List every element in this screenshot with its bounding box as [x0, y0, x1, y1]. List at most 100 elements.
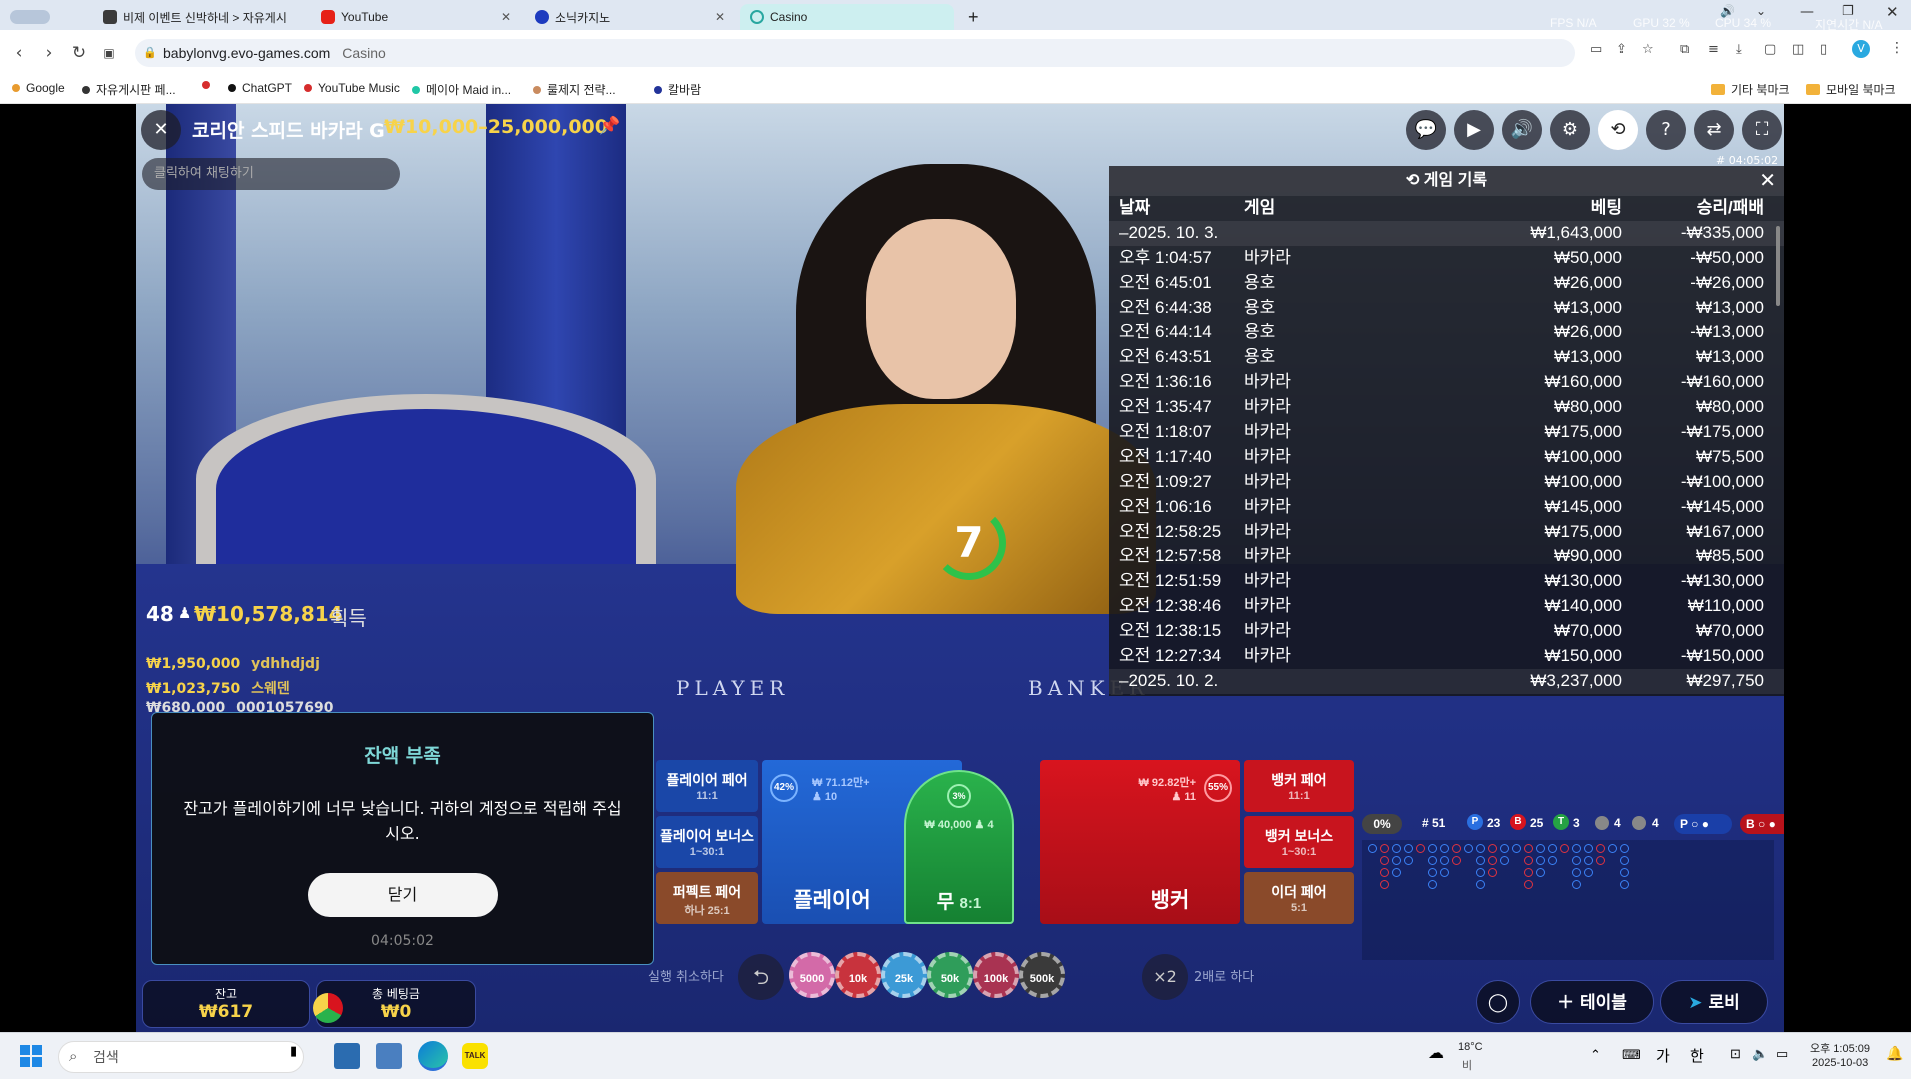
dialog-close-button[interactable]: 닫기	[307, 873, 498, 917]
double-label: 2배로 하다	[1194, 970, 1255, 985]
history-cell-bet: ₩130,000	[1544, 571, 1623, 591]
forward-button[interactable]: ›	[38, 42, 60, 64]
close-history-button[interactable]: ✕	[1759, 166, 1776, 196]
edge-browser-icon[interactable]	[418, 1041, 448, 1071]
tab-casino[interactable]: Casino	[740, 4, 954, 30]
history-icon[interactable]: ⟲	[1598, 110, 1638, 150]
round-number: # 51	[1422, 816, 1446, 830]
bookmark-folder-other[interactable]: 기타 북마크	[1711, 81, 1790, 98]
cast-icon[interactable]: ▭	[1590, 42, 1602, 57]
volume-icon[interactable]: 🔊	[1502, 110, 1542, 150]
chevron-down-icon[interactable]: ⌄	[1756, 4, 1766, 18]
screenshot-icon[interactable]: ▢	[1764, 42, 1776, 57]
bookmark-strategy[interactable]: 룰제지 전략...	[533, 81, 616, 98]
player-ask-button[interactable]: P ○ ●	[1674, 814, 1732, 834]
history-cell-date: –2025. 10. 2.	[1119, 670, 1219, 690]
ime-lang[interactable]: 한	[1690, 1045, 1704, 1066]
chip-5000[interactable]: 5000	[789, 952, 835, 998]
chip-50k[interactable]: 50k	[927, 952, 973, 998]
banker-ask-button[interactable]: B ○ ●	[1740, 814, 1784, 834]
sync-icon[interactable]: ⇄	[1694, 110, 1734, 150]
table-button[interactable]: ＋ 테이블	[1530, 980, 1654, 1024]
new-tab-button[interactable]: +	[958, 4, 988, 30]
bookmark-youtube-music[interactable]: YouTube Music	[304, 81, 400, 95]
bookmark-chatgpt[interactable]: ChatGPT	[228, 81, 292, 95]
banker-bet[interactable]: 55% ₩ 92.82만+ ♟ 11 뱅커	[1040, 760, 1240, 924]
chat-bubble-button[interactable]: ◯	[1476, 980, 1520, 1024]
player-bonus-bet[interactable]: 플레이어 보너스 1~30:1	[656, 816, 758, 868]
search-input[interactable]: ⌕ 검색	[58, 1041, 304, 1073]
sidebar-icon[interactable]: ▯	[1820, 42, 1827, 57]
share-icon[interactable]: ⇪	[1616, 42, 1627, 57]
perfect-pair-bet[interactable]: 퍼펙트 페어 하나 25:1	[656, 872, 758, 924]
capture-icon[interactable]: ◫	[1792, 42, 1804, 57]
url-field[interactable]: 🔒 babylonvg.evo-games.com Casino	[135, 39, 1575, 67]
chevron-up-icon[interactable]: ⌃	[1590, 1047, 1601, 1063]
either-pair-bet[interactable]: 이더 페어 5:1	[1244, 872, 1354, 924]
back-button[interactable]: ‹	[8, 42, 30, 64]
close-icon[interactable]: ✕	[501, 10, 511, 24]
bookmark-board[interactable]: 자유게시판 페...	[82, 81, 176, 98]
bookmark-google[interactable]: Google	[12, 81, 65, 95]
video-icon[interactable]: ▶	[1454, 110, 1494, 150]
chip-10k[interactable]: 10k	[835, 952, 881, 998]
reading-list-icon[interactable]: ≡	[1708, 42, 1719, 57]
plus-icon: ＋	[1557, 993, 1580, 1013]
network-icon[interactable]: ⊡	[1730, 1046, 1741, 1062]
banker-pair-bet[interactable]: 뱅커 페어 11:1	[1244, 760, 1354, 812]
tie-bet[interactable]: 3% ₩ 40,000 ♟ 4 무 8:1	[904, 770, 1014, 924]
clock-time[interactable]: 오후 1:05:09	[1810, 1040, 1870, 1056]
page-margin-left	[0, 104, 136, 1032]
bookmark-star-icon[interactable]: ☆	[1642, 42, 1654, 57]
bookmark-maid[interactable]: 메이아 Maid in...	[412, 81, 511, 98]
restore-icon[interactable]: ❐	[1842, 4, 1854, 19]
stats-percentage: 0%	[1362, 814, 1402, 834]
banker-bonus-bet[interactable]: 뱅커 보너스 1~30:1	[1244, 816, 1354, 868]
player-pair-bet[interactable]: 플레이어 페어 11:1	[656, 760, 758, 812]
profile-avatar[interactable]: V	[1852, 40, 1870, 58]
speaker-icon[interactable]: 🔈	[1752, 1046, 1768, 1062]
chip-25k[interactable]: 25k	[881, 952, 927, 998]
volume-icon[interactable]: 🔊	[1720, 4, 1735, 18]
app-icon[interactable]	[376, 1043, 402, 1069]
reload-button[interactable]: ↻	[68, 42, 90, 64]
chat-input[interactable]: 클릭하여 채팅하기	[142, 158, 400, 190]
kakaotalk-icon[interactable]: TALK	[462, 1043, 488, 1069]
site-info-icon[interactable]: ▣	[98, 42, 120, 64]
chip-100k[interactable]: 100k	[973, 952, 1019, 998]
road-map[interactable]	[1362, 840, 1774, 960]
bookmark-red[interactable]	[202, 81, 216, 89]
chip-500k[interactable]: 500k	[1019, 952, 1065, 998]
extensions-icon[interactable]: ⧉	[1680, 42, 1689, 57]
menu-icon[interactable]: ⋮	[1890, 40, 1904, 56]
photos-app-icon[interactable]	[334, 1043, 360, 1069]
task-view-icon[interactable]: ▮	[290, 1043, 297, 1059]
minimize-icon[interactable]: —	[1800, 4, 1814, 20]
chat-icon[interactable]: 💬	[1406, 110, 1446, 150]
close-window-icon[interactable]: ✕	[1886, 3, 1899, 21]
double-button[interactable]: ×2	[1142, 954, 1188, 1000]
download-icon[interactable]: ⤓	[1736, 42, 1742, 57]
tab-sonic[interactable]: 소닉카지노 ✕	[525, 4, 735, 30]
bookmark-icon	[12, 84, 20, 92]
bookmark-kalbaram[interactable]: 칼바람	[654, 81, 701, 98]
tab-board[interactable]: 비제 이벤트 신박하네 > 자유게시	[93, 4, 311, 30]
notification-icon[interactable]: 🔔	[1886, 1045, 1903, 1062]
fullscreen-icon[interactable]: ⛶	[1742, 110, 1782, 150]
lobby-button[interactable]: ➤ 로비	[1660, 980, 1768, 1024]
windows-start-icon[interactable]	[20, 1045, 42, 1067]
battery-icon[interactable]: ▭	[1776, 1046, 1788, 1062]
close-game-button[interactable]: ✕	[141, 110, 181, 150]
settings-icon[interactable]: ⚙	[1550, 110, 1590, 150]
history-scrollbar[interactable]	[1776, 226, 1780, 306]
undo-button[interactable]: ⮌	[738, 954, 784, 1000]
close-icon[interactable]: ✕	[715, 10, 725, 24]
help-icon[interactable]: ?	[1646, 110, 1686, 150]
banker-count: ♟ 11	[1171, 791, 1196, 803]
bookmark-folder-mobile[interactable]: 모바일 북마크	[1806, 81, 1896, 98]
clock-date[interactable]: 2025-10-03	[1812, 1057, 1868, 1069]
pin-icon[interactable]: 📌	[599, 116, 620, 136]
keyboard-icon[interactable]: ⌨	[1622, 1047, 1641, 1063]
tab-youtube[interactable]: YouTube ✕	[311, 4, 521, 30]
ime-mode[interactable]: 가	[1656, 1045, 1670, 1066]
